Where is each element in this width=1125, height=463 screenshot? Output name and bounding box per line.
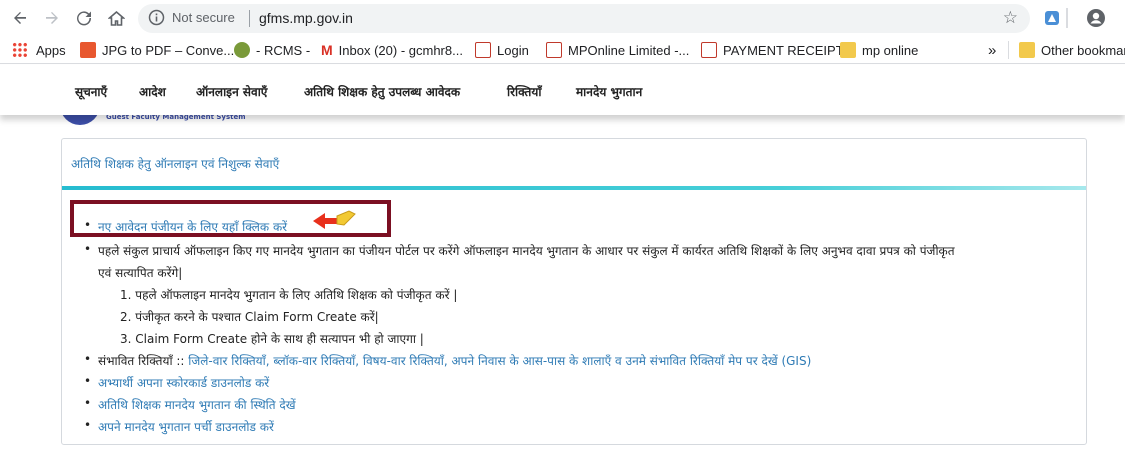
bookmark-gmail[interactable]: M Inbox (20) - gcmhr8... [321, 41, 463, 59]
new-registration-link[interactable]: नए आवेदन पंजीयन के लिए यहाँ क्लिक करें [98, 220, 287, 234]
bookmark-label: JPG to PDF – Conve... [102, 42, 235, 58]
scorecard-download-link[interactable]: अभ्यार्थी अपना स्कोरकार्ड डाउनलोड करें [98, 376, 269, 390]
list-item: • पहले संकुल प्राचार्य ऑफलाइन किए गए मान… [84, 242, 955, 259]
bookmark-label: Apps [36, 42, 66, 58]
bookmark-label: - RCMS - [256, 42, 311, 58]
menu-honorarium-payment[interactable]: मानदेय भुगतान [576, 83, 642, 100]
bookmark-rcms[interactable]: - RCMS - [234, 41, 310, 59]
menu-online-services[interactable]: ऑनलाइन सेवाएँ [196, 83, 267, 100]
chevron-right-icon: » [988, 41, 997, 59]
bookmark-payment-receipt[interactable]: PAYMENT RECEIPT [701, 41, 844, 59]
bullet: • [84, 218, 92, 232]
rcms-icon [234, 42, 250, 58]
bullet: • [84, 418, 92, 432]
bookmark-label: mp online [862, 42, 919, 58]
bookmark-other[interactable]: Other bookmar [1019, 41, 1125, 59]
home-icon[interactable] [104, 6, 128, 30]
url-text[interactable]: gfms.mp.gov.in [259, 10, 353, 26]
extension-icon[interactable] [1040, 6, 1064, 30]
vacancy-label: संभावित रिक्तियाँ :: [98, 354, 189, 368]
site-menu-bar: सूचनाएँ आदेश ऑनलाइन सेवाएँ अतिथि शिक्षक … [0, 65, 1125, 115]
bookmark-star-icon[interactable]: ☆ [1003, 8, 1018, 28]
bookmark-mponline[interactable]: MPOnline Limited -... [546, 41, 689, 59]
bookmark-mp-online[interactable]: mp online [840, 41, 918, 59]
divider [249, 10, 250, 27]
forward-arrow-icon[interactable] [40, 6, 64, 30]
list-item: • नए आवेदन पंजीयन के लिए यहाँ क्लिक करें [84, 218, 287, 235]
folder-icon [1019, 42, 1035, 58]
bookmarks-overflow-button[interactable]: » [988, 41, 996, 59]
menu-orders[interactable]: आदेश [139, 83, 166, 100]
apps-grid-icon [12, 42, 28, 58]
bookmark-apps[interactable]: Apps [12, 41, 66, 59]
bullet: • [84, 352, 92, 366]
info-text: पहले संकुल प्राचार्य ऑफलाइन किए गए मानदे… [98, 244, 955, 258]
pointing-hand-icon [313, 210, 356, 229]
panel-divider [62, 186, 1086, 190]
bookmark-label: PAYMENT RECEIPT [723, 42, 844, 58]
security-status: Not secure [172, 10, 235, 25]
bullet: • [84, 242, 92, 256]
list-item: • अतिथि शिक्षक मानदेय भुगतान की स्थिति द… [84, 396, 296, 413]
payment-slip-download-link[interactable]: अपने मानदेय भुगतान पर्ची डाउनलोड करें [98, 420, 274, 434]
list-item: • संभावित रिक्तियाँ :: जिले-वार रिक्तिया… [84, 352, 811, 369]
mponline-icon [546, 42, 562, 58]
bookmark-label: Other bookmar [1041, 42, 1125, 58]
folder-icon [840, 42, 856, 58]
address-bar[interactable]: Not secure gfms.mp.gov.in ☆ [138, 4, 1030, 33]
list-item: • अभ्यार्थी अपना स्कोरकार्ड डाउनलोड करें [84, 374, 269, 391]
bookmark-login[interactable]: Login [475, 41, 529, 59]
bullet: • [84, 396, 92, 410]
reload-icon[interactable] [72, 6, 96, 30]
services-panel: अतिथि शिक्षक हेतु ऑनलाइन एवं निशुल्क सेव… [61, 138, 1087, 445]
step-item: 1. पहले ऑफलाइन मानदेय भुगतान के लिए अतिथ… [120, 288, 458, 302]
menu-notifications[interactable]: सूचनाएँ [75, 83, 107, 100]
panel-title: अतिथि शिक्षक हेतु ऑनलाइन एवं निशुल्क सेव… [71, 157, 280, 171]
menu-vacancies[interactable]: रिक्तियाँ [507, 83, 541, 100]
browser-toolbar: Not secure gfms.mp.gov.in ☆ [0, 0, 1125, 36]
bookmark-label: Login [497, 42, 529, 58]
bullet: • [84, 374, 92, 388]
step-item: 3. Claim Form Create होने के साथ ही सत्य… [120, 332, 424, 346]
bookmark-jpg-to-pdf[interactable]: JPG to PDF – Conve... [80, 41, 234, 59]
mponline-icon [475, 42, 491, 58]
mponline-icon [701, 42, 717, 58]
bookmark-label: Inbox (20) - gcmhr8... [338, 42, 463, 58]
divider [1008, 41, 1009, 59]
list-item: • अपने मानदेय भुगतान पर्ची डाउनलोड करें [84, 418, 274, 435]
bookmark-label: MPOnline Limited -... [568, 42, 690, 58]
profile-icon[interactable] [1084, 6, 1108, 30]
bookmarks-bar: Apps JPG to PDF – Conve... - RCMS - M In… [0, 36, 1125, 64]
jpg-pdf-icon [80, 42, 96, 58]
info-icon[interactable] [148, 9, 165, 30]
divider [1066, 8, 1068, 28]
vacancy-links[interactable]: जिले-वार रिक्तियाँ, ब्लॉक-वार रिक्तियाँ,… [188, 354, 811, 368]
back-arrow-icon[interactable] [8, 6, 32, 30]
payment-status-link[interactable]: अतिथि शिक्षक मानदेय भुगतान की स्थिति देख… [98, 398, 296, 412]
info-text-continued: एवं सत्यापित करेंगे| [98, 266, 183, 280]
step-item: 2. पंजीकृत करने के पश्चात Claim Form Cre… [120, 310, 379, 324]
gmail-icon: M [321, 42, 333, 58]
menu-available-applicants[interactable]: अतिथि शिक्षक हेतु उपलब्ध आवेदक [304, 83, 460, 100]
